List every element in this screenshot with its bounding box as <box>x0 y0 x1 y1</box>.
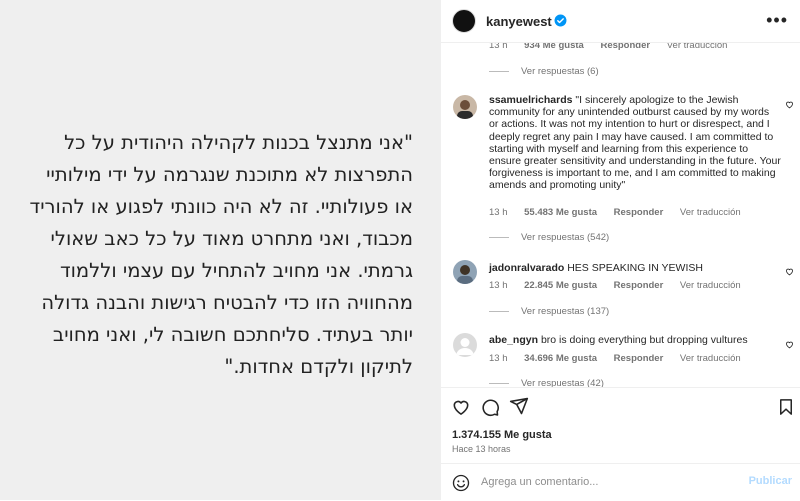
like-heart-icon[interactable] <box>785 340 794 349</box>
comment-body: HES SPEAKING IN YEWISH <box>567 262 703 274</box>
reply-button[interactable]: Responder <box>614 280 664 291</box>
share-icon[interactable] <box>509 396 529 416</box>
comment-body: bro is doing everything but dropping vul… <box>540 334 748 346</box>
comment-icon[interactable] <box>480 397 500 417</box>
avatar-image-icon <box>453 260 477 284</box>
comment-username[interactable]: abe_ngyn <box>489 334 538 346</box>
view-replies-button[interactable]: Ver respuestas (542) <box>489 232 609 243</box>
reply-button[interactable]: Responder <box>614 353 664 364</box>
replies-line <box>489 382 509 384</box>
translate-button[interactable]: Ver traducción <box>680 207 741 218</box>
comments-list: 13 h 934 Me gusta Responder Ver traducci… <box>441 42 800 387</box>
verified-badge-icon <box>554 14 567 27</box>
like-heart-icon[interactable] <box>785 267 794 276</box>
comment-meta: 13 h 22.845 Me gusta Responder Ver tradu… <box>489 280 755 291</box>
default-avatar-icon <box>456 338 474 355</box>
emoji-icon[interactable] <box>452 474 470 492</box>
comment-likes[interactable]: 34.696 Me gusta <box>524 353 597 364</box>
comment-input[interactable] <box>481 473 741 491</box>
comment-time: 13 h <box>489 207 508 218</box>
divider <box>441 387 800 388</box>
reply-button[interactable]: Responder <box>614 207 664 218</box>
comment-bar: Publicar <box>441 463 800 501</box>
avatar[interactable] <box>453 95 477 119</box>
comment-meta: 13 h 55.483 Me gusta Responder Ver tradu… <box>489 207 755 218</box>
replies-line <box>489 236 509 238</box>
avatar[interactable] <box>452 9 476 33</box>
replies-line <box>489 70 509 72</box>
comment-text: abe_ngyn bro is doing everything but dro… <box>489 334 781 346</box>
replies-line <box>489 310 509 312</box>
comment-body: "I sincerely apologize to the Jewish com… <box>489 94 781 192</box>
comment-meta: 13 h 34.696 Me gusta Responder Ver tradu… <box>489 353 755 364</box>
avatar-image-icon <box>453 95 477 119</box>
comment-time: 13 h <box>489 353 508 364</box>
comment-time: 13 h <box>489 280 508 291</box>
like-heart-icon[interactable] <box>785 100 794 109</box>
username[interactable]: kanyewest <box>486 14 552 29</box>
view-replies-button[interactable]: Ver respuestas (42) <box>489 378 604 387</box>
comment-time: 13 h <box>489 42 508 51</box>
comment-meta: 13 h 934 Me gusta Responder Ver traducci… <box>489 42 741 51</box>
translate-button[interactable]: Ver traducción <box>667 42 728 51</box>
more-options-icon[interactable]: ••• <box>766 10 788 31</box>
avatar[interactable] <box>453 260 477 284</box>
view-replies-button[interactable]: Ver respuestas (137) <box>489 306 609 317</box>
comment-username[interactable]: ssamuelrichards <box>489 94 572 106</box>
translate-button[interactable]: Ver traducción <box>680 353 741 364</box>
avatar[interactable] <box>453 333 477 357</box>
post-time: Hace 13 horas <box>452 444 511 454</box>
comment-likes[interactable]: 55.483 Me gusta <box>524 207 597 218</box>
post-header: kanyewest ••• <box>441 0 800 43</box>
like-heart-icon[interactable] <box>451 397 471 417</box>
comment-text: jadonralvarado HES SPEAKING IN YEWISH <box>489 262 781 274</box>
comment-text: ssamuelrichards "I sincerely apologize t… <box>489 94 781 192</box>
comments-panel: kanyewest ••• 13 h 934 Me gusta Responde… <box>441 0 800 500</box>
bookmark-icon[interactable] <box>777 397 795 417</box>
comment-likes[interactable]: 934 Me gusta <box>524 42 584 51</box>
comment-likes[interactable]: 22.845 Me gusta <box>524 280 597 291</box>
comment-username[interactable]: jadonralvarado <box>489 262 564 274</box>
likes-count[interactable]: 1.374.155 Me gusta <box>452 429 552 441</box>
post-image: "אני מתנצל בכנות לקהילה היהודית על כל הת… <box>0 0 441 500</box>
post-text: "אני מתנצל בכנות לקהילה היהודית על כל הת… <box>29 131 413 378</box>
reply-button[interactable]: Responder <box>600 42 650 51</box>
view-replies-button[interactable]: Ver respuestas (6) <box>489 66 599 77</box>
post-comment-button[interactable]: Publicar <box>749 475 792 487</box>
translate-button[interactable]: Ver traducción <box>680 280 741 291</box>
